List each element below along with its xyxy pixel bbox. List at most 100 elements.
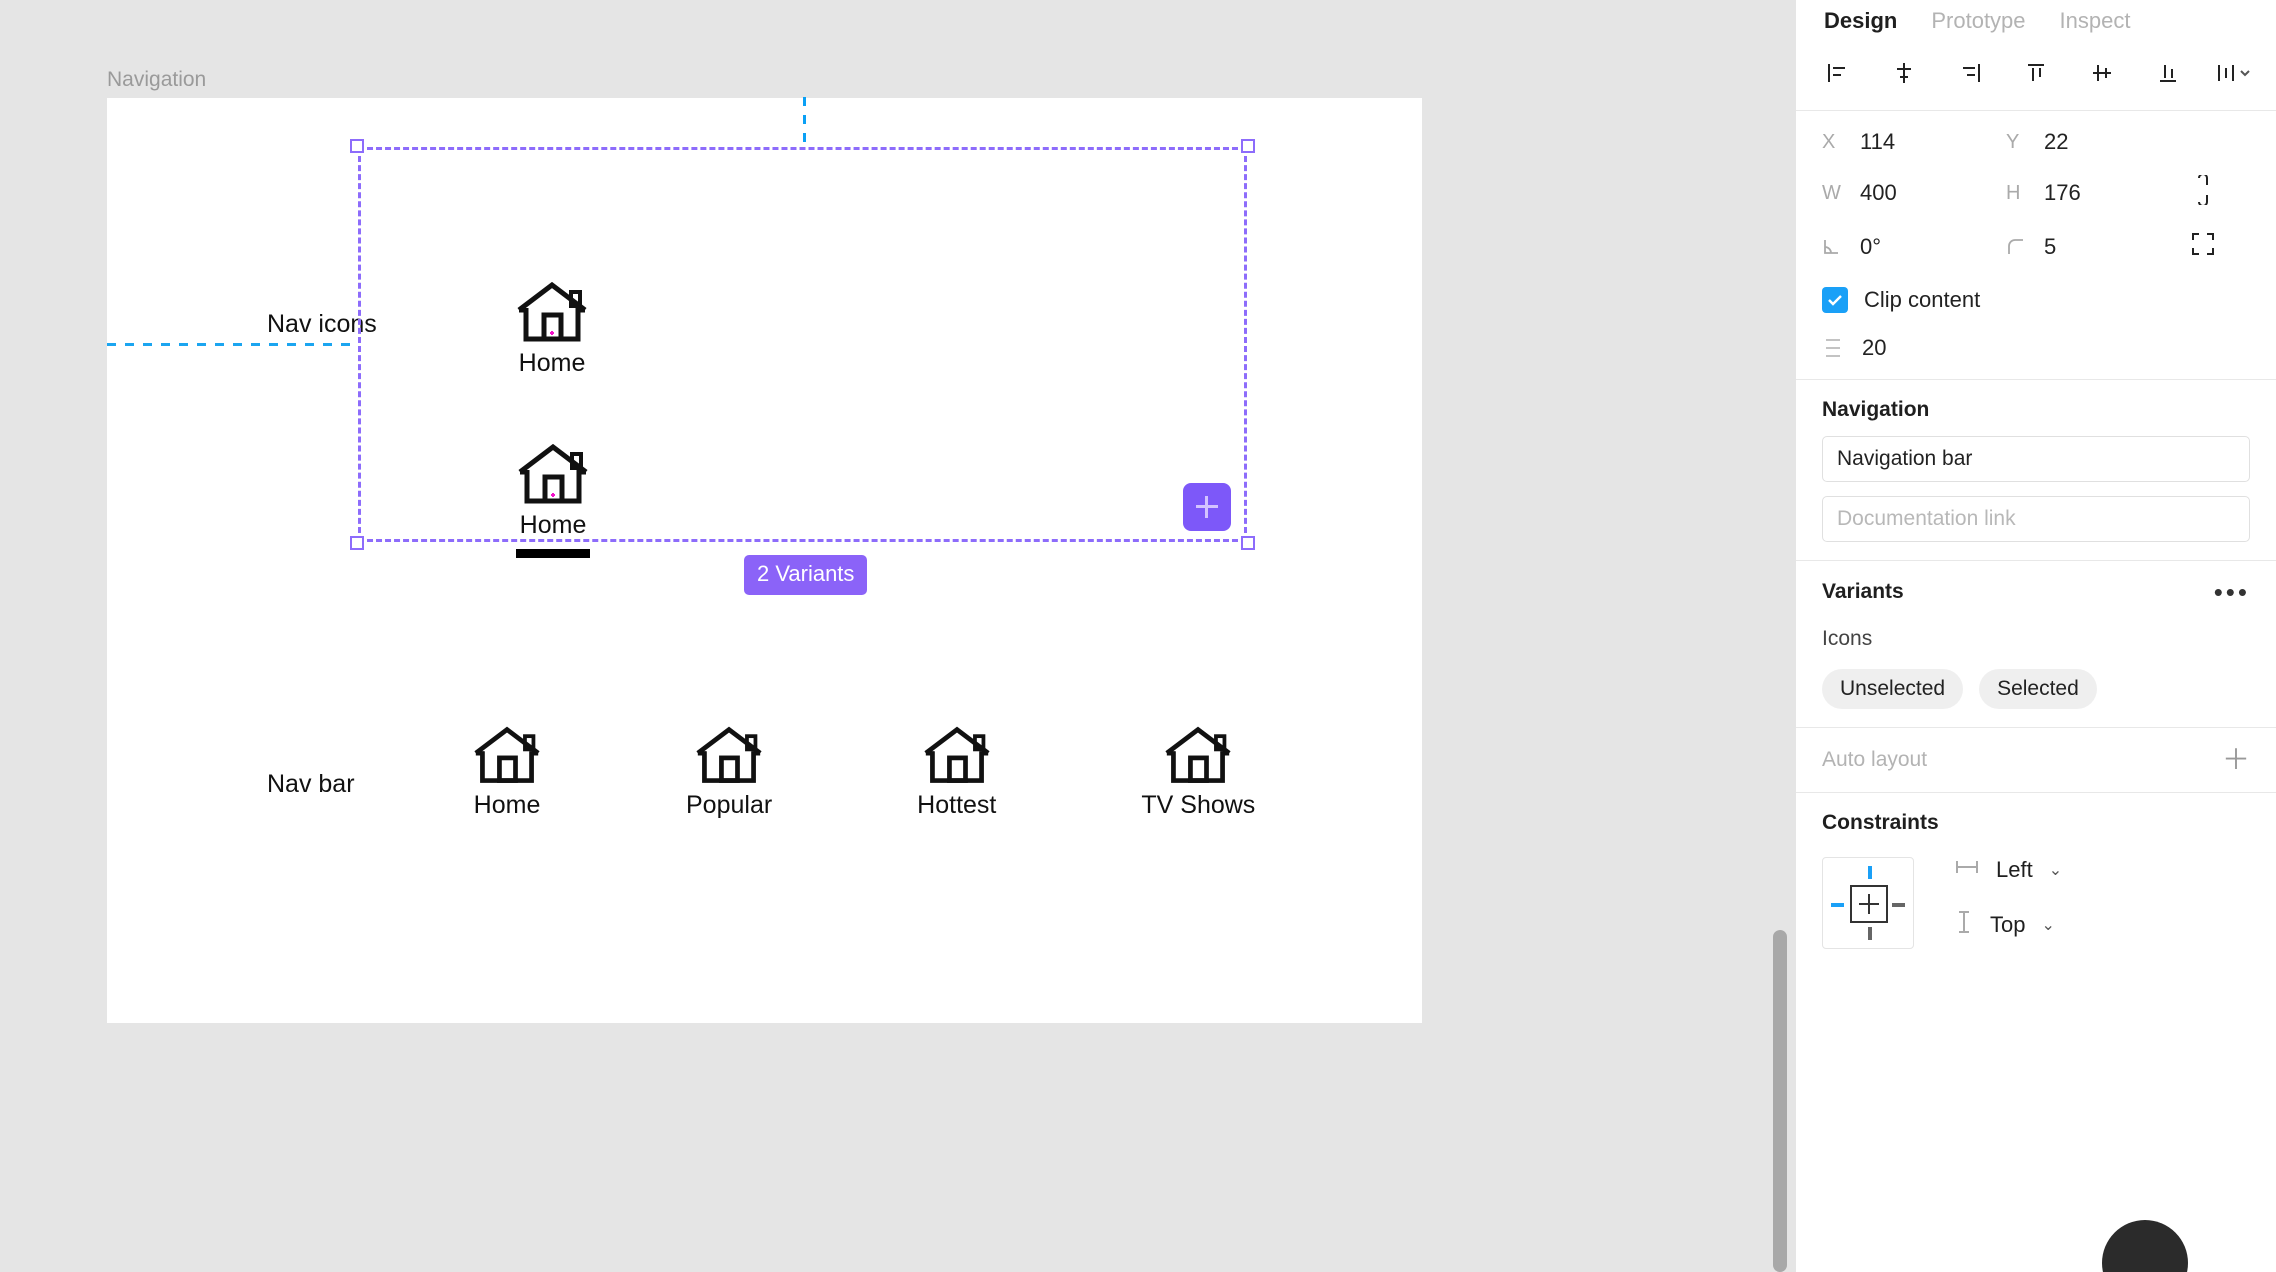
canvas[interactable]: Navigation Nav icons Nav bar Home Home H…: [0, 0, 1795, 1272]
alignment-guide-horizontal: [107, 343, 355, 346]
y-label: Y: [2006, 130, 2020, 153]
corners-icon: [2192, 233, 2214, 255]
height-field[interactable]: H 176: [2006, 180, 2190, 206]
chevron-down-icon: ⌄: [2048, 862, 2063, 879]
h-value: 176: [2044, 180, 2081, 205]
canvas-scrollbar[interactable]: [1773, 0, 1787, 1272]
constraint-mark-right[interactable]: [1892, 903, 1905, 907]
width-field[interactable]: W 400: [1822, 180, 2006, 206]
constraints-section-title: Constraints: [1822, 811, 1939, 834]
horizontal-constraint-dropdown[interactable]: Left ⌄: [1954, 857, 2062, 883]
alignment-guide-vertical: [803, 97, 806, 149]
auto-layout-section: Auto layout ＋: [1796, 728, 2276, 793]
nav-bar-item-label: Hottest: [917, 791, 997, 819]
constraints-widget[interactable]: [1822, 857, 1914, 949]
align-bottom-icon[interactable]: [2148, 56, 2188, 90]
plus-icon[interactable]: ＋: [2222, 746, 2250, 774]
panel-tabs: Design Prototype Inspect: [1796, 0, 2276, 42]
figma-window: Navigation Nav icons Nav bar Home Home H…: [0, 0, 2276, 1272]
selection-box[interactable]: [350, 139, 1255, 550]
house-icon: [473, 726, 541, 786]
y-field[interactable]: Y 22: [2006, 129, 2190, 155]
tab-inspect[interactable]: Inspect: [2060, 8, 2131, 34]
resize-handle-bottom-left[interactable]: [350, 536, 364, 550]
y-value: 22: [2044, 129, 2069, 154]
variants-count-badge: 2 Variants: [744, 555, 868, 595]
nav-bar-item-tv-shows[interactable]: TV Shows: [1141, 726, 1255, 820]
variant-property-name: Icons: [1822, 627, 1873, 650]
x-label: X: [1822, 130, 1836, 153]
constrain-proportions-button[interactable]: [2190, 173, 2250, 211]
clip-content-row[interactable]: Clip content: [1822, 287, 2250, 313]
nav-bar-item-hottest[interactable]: Hottest: [917, 726, 996, 820]
navigation-section-title: Navigation: [1822, 398, 1930, 421]
link-icon: [2198, 173, 2208, 207]
nav-bar-item-home[interactable]: Home: [473, 726, 541, 820]
vertical-constraint-dropdown[interactable]: Top ⌄: [1954, 909, 2062, 941]
vertical-constraint-value: Top: [1990, 912, 2026, 937]
rotation-icon: [1822, 237, 1846, 257]
nav-bar-item-label: TV Shows: [1141, 791, 1256, 819]
horizontal-constraint-value: Left: [1996, 857, 2033, 882]
check-icon: [1828, 295, 1842, 306]
align-right-icon[interactable]: [1950, 56, 1990, 90]
nav-bar-preview[interactable]: Home Popular Hottest TV Shows: [473, 726, 1255, 820]
clip-content-label: Clip content: [1864, 287, 1981, 312]
navigation-section: Navigation: [1796, 380, 2276, 561]
nav-bar-item-label: Popular: [686, 791, 773, 819]
variants-section-title: Variants: [1822, 580, 1904, 603]
canvas-scrollbar-thumb[interactable]: [1773, 930, 1787, 1272]
tab-design[interactable]: Design: [1824, 8, 1897, 34]
h-label: H: [2006, 181, 2021, 204]
constraint-mark-left[interactable]: [1831, 903, 1844, 907]
resize-handle-top-left[interactable]: [350, 139, 364, 153]
selection-border: [358, 147, 1247, 542]
constraint-mark-top[interactable]: [1868, 866, 1872, 879]
horizontal-constraint-icon: [1954, 857, 1980, 883]
properties-panel: Design Prototype Inspect X 114 Y 22 W 40…: [1795, 0, 2276, 1272]
variant-value-unselected[interactable]: Unselected: [1822, 669, 1964, 709]
align-vertical-center-icon[interactable]: [2082, 56, 2122, 90]
corner-radius-value: 5: [2044, 234, 2057, 259]
spacing-value: 20: [1862, 335, 1887, 360]
resize-handle-top-right[interactable]: [1241, 139, 1255, 153]
align-top-icon[interactable]: [2016, 56, 2056, 90]
distribute-icon[interactable]: [2214, 56, 2254, 90]
constraints-section: Constraints Left ⌄ Top ⌄: [1796, 793, 2276, 985]
variants-section: Variants ••• Icons Unselected Selected: [1796, 561, 2276, 728]
tab-prototype[interactable]: Prototype: [1931, 8, 2025, 34]
x-field[interactable]: X 114: [1822, 129, 2006, 155]
align-left-icon[interactable]: [1818, 56, 1858, 90]
documentation-link-input[interactable]: [1822, 496, 2250, 542]
vertical-constraint-icon: [1954, 909, 1974, 941]
w-label: W: [1822, 181, 1841, 204]
house-icon: [923, 726, 991, 786]
auto-layout-title: Auto layout: [1822, 748, 1928, 771]
spacing-row[interactable]: 20: [1822, 335, 2250, 361]
house-icon: [695, 726, 763, 786]
selected-indicator-bar: [516, 549, 590, 558]
transform-section: X 114 Y 22 W 400 H 176 0° 5 Clip content…: [1796, 111, 2276, 380]
independent-corners-button[interactable]: [2190, 231, 2250, 263]
alignment-toolbar: [1796, 42, 2276, 111]
component-name-input[interactable]: [1822, 436, 2250, 482]
chevron-down-icon: ⌄: [2041, 917, 2055, 934]
add-variant-button[interactable]: [1183, 483, 1231, 531]
variant-value-selected[interactable]: Selected: [1979, 669, 2097, 709]
more-horizontal-icon[interactable]: •••: [2214, 579, 2250, 605]
resize-handle-bottom-right[interactable]: [1241, 536, 1255, 550]
floating-action-button[interactable]: [2102, 1220, 2188, 1272]
corner-radius-field[interactable]: 5: [2006, 234, 2190, 260]
constraint-mark-bottom[interactable]: [1868, 927, 1872, 940]
align-horizontal-center-icon[interactable]: [1884, 56, 1924, 90]
house-icon: [1164, 726, 1232, 786]
x-value: 114: [1860, 129, 1896, 154]
nav-bar-item-popular[interactable]: Popular: [686, 726, 772, 820]
corner-radius-icon: [2006, 237, 2030, 257]
plus-icon: [1196, 496, 1218, 518]
rotation-field[interactable]: 0°: [1822, 234, 2006, 260]
rotation-value: 0°: [1860, 234, 1882, 259]
clip-content-checkbox[interactable]: [1822, 287, 1848, 313]
frame-name-label[interactable]: Navigation: [107, 68, 206, 92]
row-label-nav-bar: Nav bar: [267, 770, 355, 798]
